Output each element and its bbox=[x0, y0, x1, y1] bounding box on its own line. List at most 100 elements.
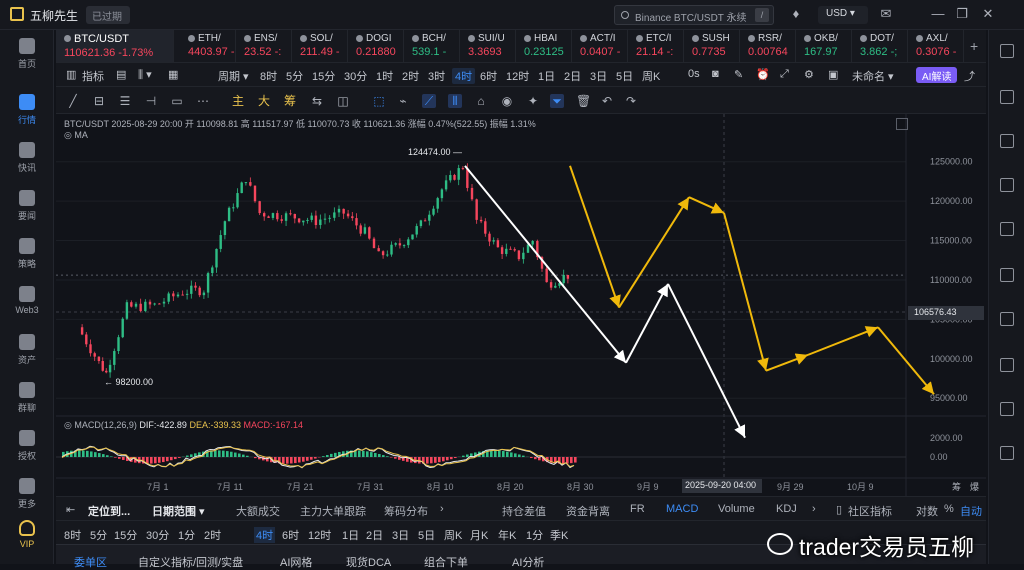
nav-more[interactable]: 更多 bbox=[0, 478, 54, 510]
list-icon[interactable] bbox=[1000, 134, 1014, 148]
tf-option[interactable]: 5分 bbox=[286, 68, 303, 84]
ticker-item[interactable]: ENS/23.52 -: bbox=[236, 30, 292, 62]
nav-assets[interactable]: 资产 bbox=[0, 334, 54, 366]
tab-custom-indicator[interactable]: 自定义指标/回测/实盘 bbox=[138, 554, 243, 570]
rect-icon[interactable]: ▭ bbox=[170, 94, 184, 108]
trade-icon[interactable] bbox=[1000, 358, 1014, 372]
chip-button[interactable]: 筹 bbox=[282, 94, 298, 108]
tf-quick[interactable]: 15分 bbox=[114, 527, 137, 543]
trend-icon[interactable] bbox=[1000, 178, 1014, 192]
tabs-more-icon[interactable]: › bbox=[812, 503, 816, 515]
compare-icon[interactable]: ⇆ bbox=[310, 94, 324, 108]
parallel-icon[interactable]: ☰ bbox=[118, 94, 132, 108]
chip-corner-label[interactable]: 筹 bbox=[952, 480, 961, 493]
nav-home[interactable]: 首页 bbox=[0, 38, 54, 70]
minimize-icon[interactable]: — bbox=[930, 6, 946, 22]
ticker-item[interactable]: SUSH0.7735 bbox=[684, 30, 740, 62]
trendline-icon[interactable]: ╱ bbox=[66, 94, 80, 108]
edit-icon[interactable]: ✎ bbox=[734, 68, 743, 81]
tab-main-orders[interactable]: 主力大单跟踪 bbox=[300, 503, 366, 519]
nav-auth[interactable]: 授权 bbox=[0, 430, 54, 462]
ticker-item[interactable]: ETH/4403.97 - bbox=[180, 30, 236, 62]
tf-quick-selected[interactable]: 4时 bbox=[254, 527, 275, 543]
big-order-button[interactable]: 大 bbox=[256, 94, 272, 108]
tf-quick[interactable]: 1分 bbox=[178, 527, 195, 543]
close-icon[interactable]: ✕ bbox=[980, 6, 996, 22]
tf-option[interactable]: 5日 bbox=[616, 68, 633, 84]
ray-icon[interactable]: ⊣ bbox=[144, 94, 158, 108]
ticker-item[interactable]: BCH/539.1 - bbox=[404, 30, 460, 62]
tf-option[interactable]: 2日 bbox=[564, 68, 581, 84]
tab-kdj[interactable]: KDJ bbox=[776, 503, 797, 515]
tab-macd[interactable]: MACD bbox=[666, 503, 698, 515]
monitor-icon[interactable] bbox=[1000, 268, 1014, 282]
nav-news-flash[interactable]: 快讯 bbox=[0, 142, 54, 174]
camera-icon[interactable]: ◙ bbox=[712, 68, 719, 80]
tf-option[interactable]: 3日 bbox=[590, 68, 607, 84]
tf-option[interactable]: 1日 bbox=[538, 68, 555, 84]
bell-icon[interactable]: ♦ bbox=[788, 6, 804, 22]
delete-icon[interactable]: 🗑 bbox=[576, 94, 590, 108]
tab-ai-analysis[interactable]: AI分析 bbox=[512, 554, 544, 570]
layout-icon[interactable] bbox=[1000, 44, 1014, 58]
tf-quick[interactable]: 30分 bbox=[146, 527, 169, 543]
tf-quick[interactable]: 6时 bbox=[282, 527, 299, 543]
auto-scale-toggle[interactable]: 自动 bbox=[960, 503, 982, 519]
ticker-item[interactable]: DOT/3.862 -; bbox=[852, 30, 908, 62]
liq-corner-label[interactable]: 爆 bbox=[970, 480, 979, 493]
tf-option[interactable]: 3时 bbox=[428, 68, 445, 84]
calculator-icon[interactable] bbox=[1000, 222, 1014, 236]
ticker-item[interactable]: SOL/211.49 - bbox=[292, 30, 348, 62]
redo-icon[interactable]: ↷ bbox=[624, 94, 638, 108]
locate-icon[interactable]: ⇤ bbox=[66, 503, 75, 516]
calendar-icon[interactable] bbox=[1000, 446, 1014, 460]
percent-scale-toggle[interactable]: % bbox=[944, 503, 954, 515]
restore-icon[interactable]: ❐ bbox=[954, 6, 970, 22]
more-tools-icon[interactable]: ⋯ bbox=[196, 94, 210, 108]
indicator-button[interactable]: 指标 bbox=[82, 68, 104, 84]
nav-chat[interactable]: 群聊 bbox=[0, 382, 54, 414]
tf-quick[interactable]: 1分 bbox=[526, 527, 543, 543]
nav-market[interactable]: 行情 bbox=[0, 94, 54, 126]
tab-fund-divergence[interactable]: 资金背离 bbox=[566, 503, 610, 519]
tf-quick[interactable]: 3日 bbox=[392, 527, 409, 543]
community-indicator-button[interactable]: 社区指标 bbox=[848, 503, 892, 519]
settings-icon[interactable]: ⚙ bbox=[804, 68, 814, 81]
period-button[interactable]: 周期 ▾ bbox=[218, 68, 249, 84]
date-range-button[interactable]: 日期范围 ▾ bbox=[152, 503, 205, 519]
tf-option[interactable]: 12时 bbox=[506, 68, 529, 84]
tab-volume[interactable]: Volume bbox=[718, 503, 755, 515]
document-icon[interactable] bbox=[1000, 402, 1014, 416]
tf-quick[interactable]: 2日 bbox=[366, 527, 383, 543]
ticker-item[interactable]: ETC/I21.14 -: bbox=[628, 30, 684, 62]
community-icon[interactable]: ▯ bbox=[836, 503, 842, 516]
ticker-item[interactable]: ACT/I0.0407 - bbox=[572, 30, 628, 62]
ticker-item[interactable]: RSR/0.00764 bbox=[740, 30, 796, 62]
tf-option[interactable]: 2时 bbox=[402, 68, 419, 84]
log-scale-toggle[interactable]: 对数 bbox=[916, 503, 938, 519]
nav-vip[interactable]: VIP bbox=[0, 520, 54, 549]
fullscreen-icon[interactable]: ⤢ bbox=[780, 68, 789, 81]
hline-icon[interactable]: ⊟ bbox=[92, 94, 106, 108]
tf-quick[interactable]: 周K bbox=[444, 527, 462, 543]
lock-icon[interactable]: ⌂ bbox=[474, 94, 488, 108]
tf-option[interactable]: 周K bbox=[642, 68, 660, 84]
template-icon[interactable]: ▣ bbox=[828, 68, 838, 81]
ticker-item[interactable]: DOGI0.21880 bbox=[348, 30, 404, 62]
search-input[interactable]: Binance BTC/USDT 永续 / bbox=[614, 5, 774, 25]
ticker-item[interactable]: BTC/USDT110621.36 -1.73% bbox=[56, 30, 174, 62]
unnamed-template[interactable]: 未命名 ▾ bbox=[852, 68, 894, 84]
tf-option[interactable]: 6时 bbox=[480, 68, 497, 84]
tf-quick[interactable]: 8时 bbox=[64, 527, 81, 543]
main-indicator-button[interactable]: 主 bbox=[230, 94, 246, 108]
ticker-item[interactable]: AXL/0.3076 - bbox=[908, 30, 964, 62]
candle-style-icon[interactable]: ⫼ ▾ bbox=[138, 68, 152, 82]
alert-icon[interactable]: ⏰ bbox=[756, 68, 770, 81]
tab-ai-grid[interactable]: AI网格 bbox=[280, 554, 312, 570]
bars-icon[interactable]: ⫴ bbox=[448, 94, 462, 108]
indicator-icon[interactable]: ▥ bbox=[66, 68, 76, 81]
ai-interpret-button[interactable]: AI解读 bbox=[916, 67, 957, 83]
tf-quick[interactable]: 2时 bbox=[204, 527, 221, 543]
tab-order-zone[interactable]: 委单区 bbox=[74, 554, 107, 570]
undo-icon[interactable]: ↶ bbox=[600, 94, 614, 108]
